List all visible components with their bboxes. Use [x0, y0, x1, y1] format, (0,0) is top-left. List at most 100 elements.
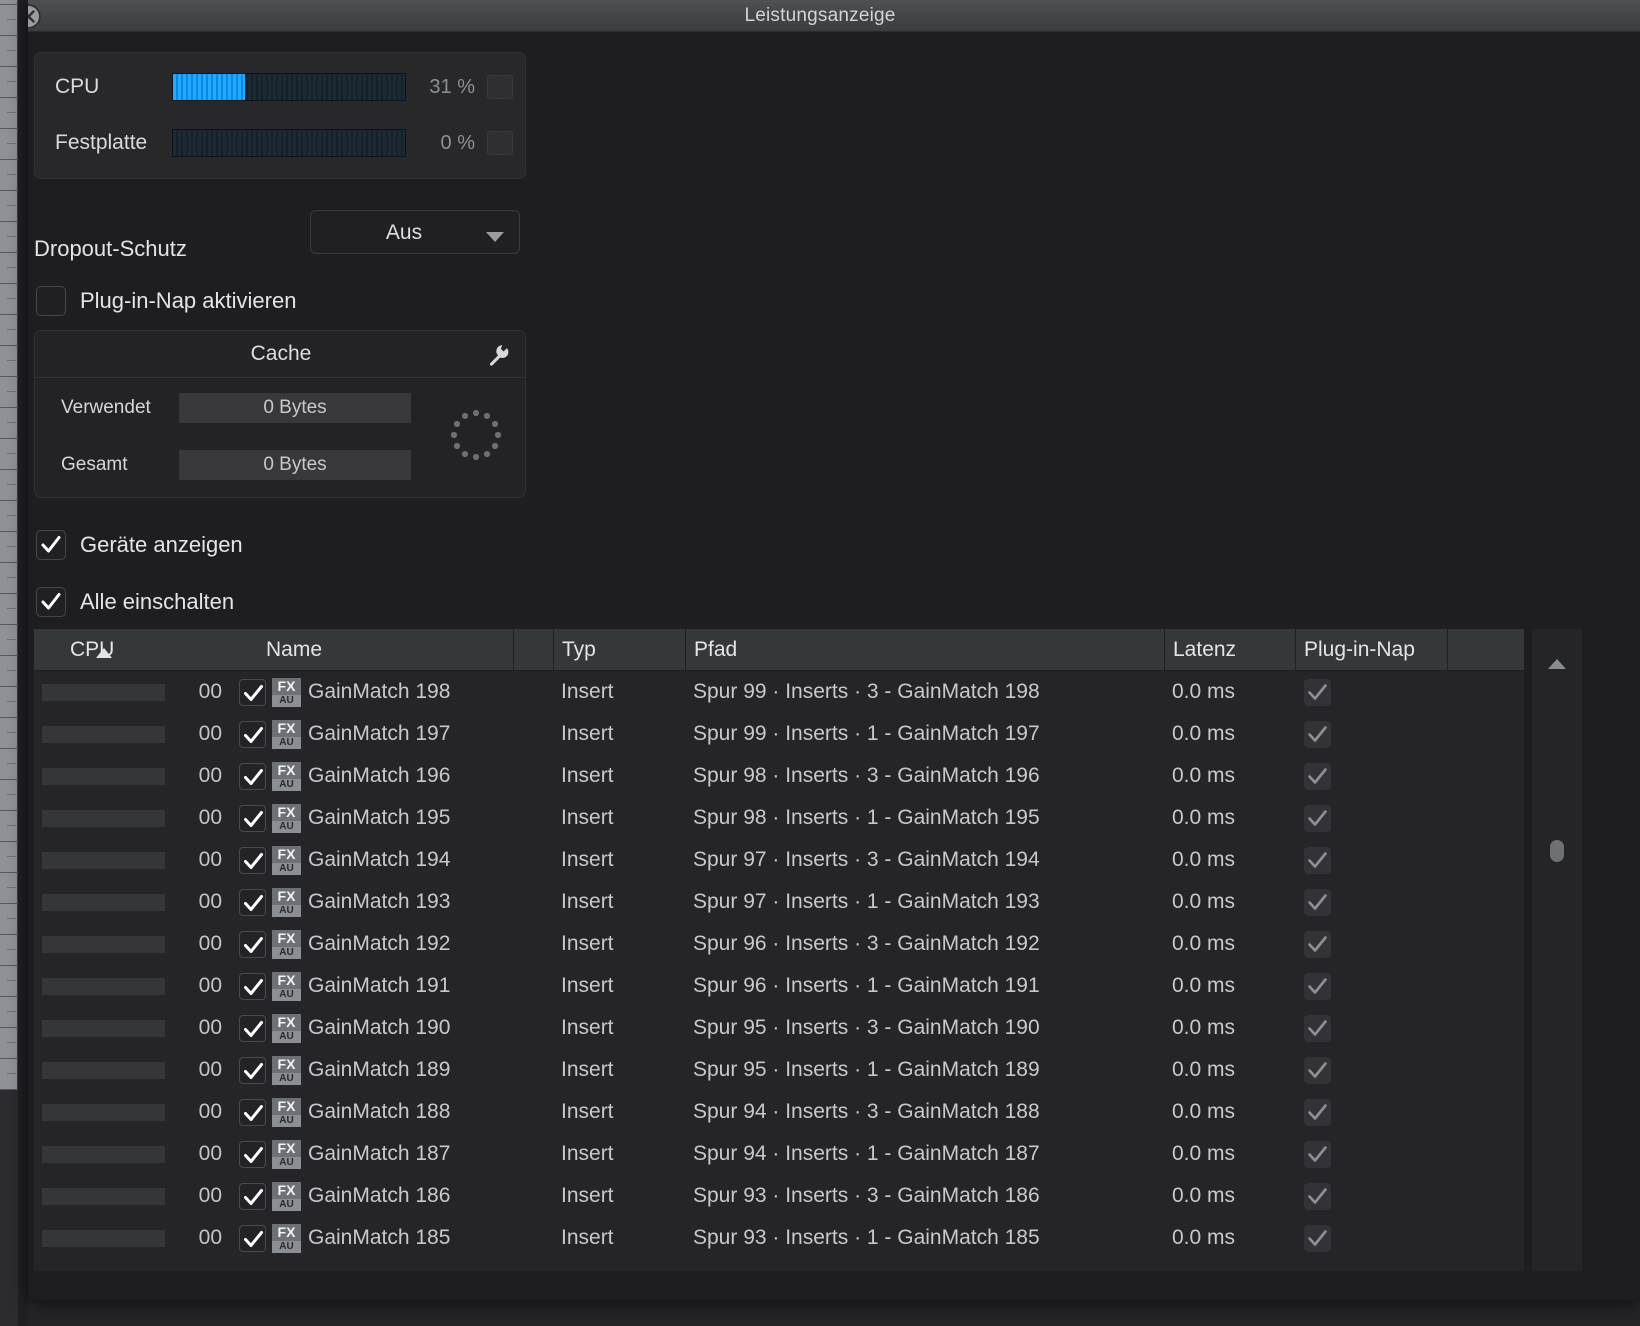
ruler-tick	[0, 438, 18, 439]
table-row[interactable]: 00 FX AU GainMatch 192 Insert Spur 96 · Inser…	[34, 923, 1524, 965]
row-typ: Insert	[561, 974, 614, 997]
column-header-plugin-nap[interactable]: Plug-in-Nap	[1296, 629, 1448, 671]
row-plugin-nap-checkbox[interactable]	[1304, 763, 1331, 790]
row-enable-checkbox[interactable]	[239, 1183, 266, 1210]
row-latenz: 0.0 ms	[1172, 1184, 1236, 1207]
row-plugin-nap-checkbox[interactable]	[1304, 889, 1331, 916]
column-header-typ[interactable]: Typ	[554, 629, 686, 671]
row-enable-checkbox[interactable]	[239, 679, 266, 706]
row-cpu-meter	[42, 1146, 165, 1163]
wrench-icon[interactable]	[485, 342, 511, 373]
fx-au-plugin-icon: FX AU	[272, 1140, 301, 1169]
row-plugin-nap-checkbox[interactable]	[1304, 1183, 1331, 1210]
ruler-tick	[0, 686, 18, 687]
row-enable-checkbox[interactable]	[239, 931, 266, 958]
row-enable-checkbox[interactable]	[239, 1015, 266, 1042]
row-enable-checkbox[interactable]	[239, 721, 266, 748]
row-enable-checkbox[interactable]	[239, 1225, 266, 1252]
fx-badge-top: FX	[272, 930, 301, 947]
fx-badge-top: FX	[272, 804, 301, 821]
row-cpu-meter	[42, 1230, 165, 1247]
row-plugin-nap-checkbox[interactable]	[1304, 1225, 1331, 1252]
row-cpu-meter	[42, 852, 165, 869]
table-row[interactable]: 00 FX AU GainMatch 185 Insert Spur 93 · Inser…	[34, 1217, 1524, 1259]
row-plugin-nap-checkbox[interactable]	[1304, 1057, 1331, 1084]
row-latenz: 0.0 ms	[1172, 722, 1236, 745]
row-plugin-nap-checkbox[interactable]	[1304, 847, 1331, 874]
dropout-protection-select[interactable]: Aus	[310, 210, 520, 254]
table-row[interactable]: 00 FX AU GainMatch 190 Insert Spur 95 · Inser…	[34, 1007, 1524, 1049]
row-typ: Insert	[561, 1142, 614, 1165]
row-cpu-meter	[42, 894, 165, 911]
column-header-latenz-label: Latenz	[1173, 638, 1237, 661]
ruler-tick	[0, 97, 18, 98]
row-plugin-nap-checkbox[interactable]	[1304, 1099, 1331, 1126]
fx-badge-top: FX	[272, 1224, 301, 1241]
table-row[interactable]: 00 FX AU GainMatch 188 Insert Spur 94 · Inser…	[34, 1091, 1524, 1133]
column-header-pfad[interactable]: Pfad	[686, 629, 1165, 671]
table-vertical-scrollbar[interactable]	[1532, 629, 1582, 1271]
ruler-subtick	[7, 639, 16, 640]
row-pfad: Spur 97 · Inserts · 3 - GainMatch 194	[693, 848, 1040, 871]
row-enable-checkbox[interactable]	[239, 763, 266, 790]
ruler-tick	[0, 903, 18, 904]
row-name: GainMatch 190	[308, 1016, 451, 1039]
row-latenz: 0.0 ms	[1172, 806, 1236, 829]
meter-label-disk: Festplatte	[55, 131, 148, 154]
ruler-tick	[0, 66, 18, 67]
row-plugin-nap-checkbox[interactable]	[1304, 679, 1331, 706]
row-latenz: 0.0 ms	[1172, 890, 1236, 913]
column-header-name[interactable]: Name	[34, 629, 554, 671]
row-name: GainMatch 185	[308, 1226, 451, 1249]
row-plugin-nap-checkbox[interactable]	[1304, 1141, 1331, 1168]
close-icon[interactable]	[28, 4, 41, 29]
row-plugin-nap-checkbox[interactable]	[1304, 931, 1331, 958]
row-enable-checkbox[interactable]	[239, 805, 266, 832]
column-header-blank[interactable]	[1448, 629, 1524, 671]
row-enable-checkbox[interactable]	[239, 973, 266, 1000]
table-row[interactable]: 00 FX AU GainMatch 198 Insert Spur 99 · Inser…	[34, 671, 1524, 713]
row-latenz: 0.0 ms	[1172, 1100, 1236, 1123]
row-enable-checkbox[interactable]	[239, 1141, 266, 1168]
window-titlebar[interactable]: Leistungsanzeige	[28, 0, 1640, 32]
table-row[interactable]: 00 FX AU GainMatch 193 Insert Spur 97 · Inser…	[34, 881, 1524, 923]
row-plugin-nap-checkbox[interactable]	[1304, 721, 1331, 748]
cache-label-used: Verwendet	[61, 397, 151, 418]
table-row[interactable]: 00 FX AU GainMatch 197 Insert Spur 99 · Inser…	[34, 713, 1524, 755]
row-plugin-nap-checkbox[interactable]	[1304, 805, 1331, 832]
show-devices-checkbox[interactable]	[36, 530, 66, 560]
table-row[interactable]: 00 FX AU GainMatch 187 Insert Spur 94 · Inser…	[34, 1133, 1524, 1175]
ruler-tick	[0, 345, 18, 346]
ruler-tick	[0, 407, 18, 408]
plugin-nap-checkbox[interactable]	[36, 286, 66, 316]
row-enable-checkbox[interactable]	[239, 847, 266, 874]
meter-indicator-disk[interactable]	[487, 131, 513, 155]
enable-all-checkbox[interactable]	[36, 587, 66, 617]
triangle-up-icon[interactable]	[1546, 657, 1568, 676]
meter-indicator-cpu[interactable]	[487, 75, 513, 99]
fx-badge-bottom: AU	[272, 1241, 301, 1253]
column-header-pfad-label: Pfad	[694, 638, 738, 661]
fx-badge-bottom: AU	[272, 989, 301, 1001]
fx-badge-bottom: AU	[272, 905, 301, 917]
row-enable-checkbox[interactable]	[239, 889, 266, 916]
row-plugin-nap-checkbox[interactable]	[1304, 973, 1331, 1000]
column-header-latenz[interactable]: Latenz	[1165, 629, 1296, 671]
row-plugin-nap-checkbox[interactable]	[1304, 1015, 1331, 1042]
table-row[interactable]: 00 FX AU GainMatch 186 Insert Spur 93 · Inser…	[34, 1175, 1524, 1217]
row-cpu-meter	[42, 1062, 165, 1079]
table-row[interactable]: 00 FX AU GainMatch 191 Insert Spur 96 · Inser…	[34, 965, 1524, 1007]
row-enable-checkbox[interactable]	[239, 1099, 266, 1126]
row-enable-checkbox[interactable]	[239, 1057, 266, 1084]
table-row[interactable]: 00 FX AU GainMatch 189 Insert Spur 95 · Inser…	[34, 1049, 1524, 1091]
ruler-tick	[0, 841, 18, 842]
table-row[interactable]: 00 FX AU GainMatch 196 Insert Spur 98 · Inser…	[34, 755, 1524, 797]
table-row[interactable]: 00 FX AU GainMatch 194 Insert Spur 97 · Inser…	[34, 839, 1524, 881]
table-row[interactable]: 00 FX AU GainMatch 195 Insert Spur 98 · Inser…	[34, 797, 1524, 839]
ruler-subtick	[7, 453, 16, 454]
meter-percent-disk: 0 %	[440, 132, 475, 154]
scrollbar-thumb[interactable]	[1550, 840, 1564, 862]
row-pfad: Spur 94 · Inserts · 3 - GainMatch 188	[693, 1100, 1040, 1123]
ruler-subtick	[7, 1073, 16, 1074]
fx-au-plugin-icon: FX AU	[272, 1014, 301, 1043]
